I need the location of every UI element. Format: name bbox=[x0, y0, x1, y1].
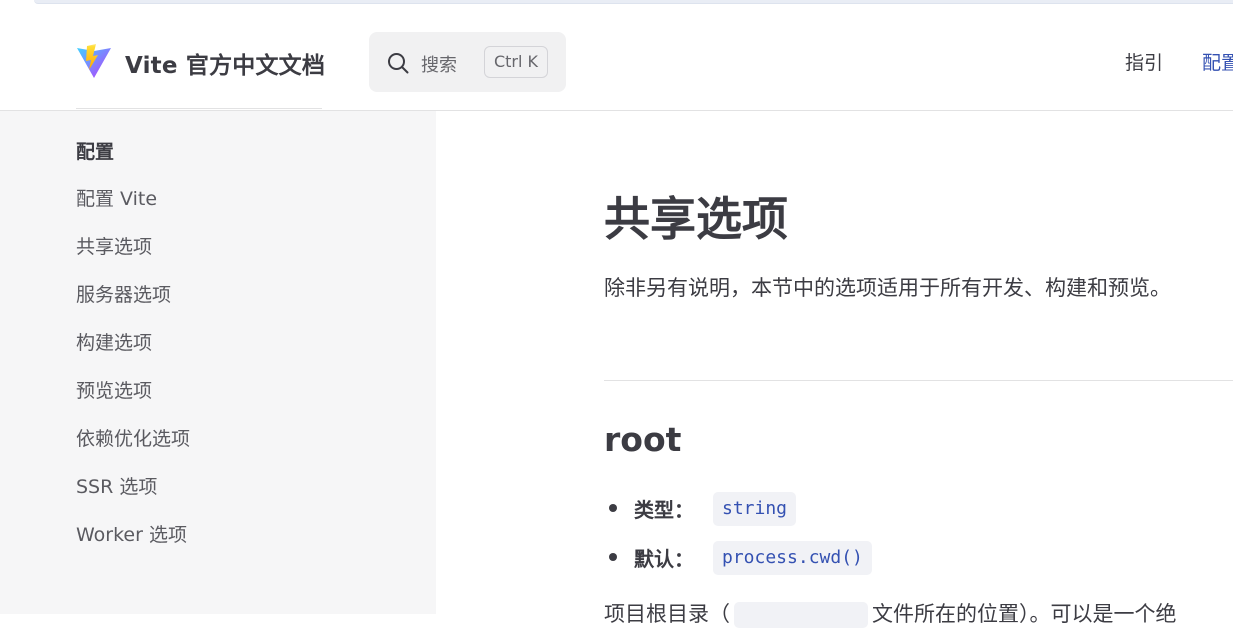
browser-bar bbox=[34, 0, 1233, 4]
sidebar-item-config-vite[interactable]: 配置 Vite bbox=[76, 184, 157, 211]
sidebar-item-preview-options[interactable]: 预览选项 bbox=[76, 376, 152, 403]
inline-code-chip bbox=[734, 602, 868, 628]
root-description-start: 项目根目录（ bbox=[604, 602, 730, 626]
sidebar: 配置 配置 Vite 共享选项 服务器选项 构建选项 预览选项 依赖优化选项 S… bbox=[0, 111, 436, 614]
list-bullet bbox=[609, 504, 617, 512]
section-divider bbox=[604, 380, 1233, 381]
sidebar-item-build-options[interactable]: 构建选项 bbox=[76, 328, 152, 355]
sidebar-item-shared-options[interactable]: 共享选项 bbox=[76, 232, 152, 259]
sidebar-item-worker-options[interactable]: Worker 选项 bbox=[76, 520, 187, 547]
type-label: 类型： bbox=[634, 498, 694, 522]
sidebar-heading: 配置 bbox=[76, 141, 115, 163]
search-button[interactable]: 搜索 Ctrl K bbox=[369, 32, 566, 92]
search-label: 搜索 bbox=[421, 55, 457, 76]
search-shortcut-badge: Ctrl K bbox=[484, 46, 548, 78]
nav-link-config[interactable]: 配置 bbox=[1202, 48, 1233, 75]
root-description-partial: 项目根目录（ 文件所在的位置）。可以是一个绝 bbox=[604, 598, 1177, 628]
list-bullet bbox=[609, 553, 617, 561]
page-description: 除非另有说明，本节中的选项适用于所有开发、构建和预览。 bbox=[604, 276, 1171, 300]
default-value-code: process.cwd() bbox=[713, 541, 872, 575]
page-title: 共享选项 bbox=[604, 192, 788, 246]
sidebar-item-ssr-options[interactable]: SSR 选项 bbox=[76, 472, 157, 499]
search-icon bbox=[388, 53, 409, 74]
site-title[interactable]: Vite 官方中文文档 bbox=[125, 46, 325, 80]
nav-link-guide[interactable]: 指引 bbox=[1125, 48, 1163, 75]
sidebar-item-dep-optimization-options[interactable]: 依赖优化选项 bbox=[76, 424, 190, 451]
type-value-code: string bbox=[713, 492, 797, 526]
browser-top-strip bbox=[0, 0, 1233, 12]
vite-logo-icon[interactable] bbox=[76, 43, 112, 79]
root-description-end: 文件所在的位置）。可以是一个绝 bbox=[872, 602, 1177, 626]
title-underline bbox=[76, 108, 322, 109]
sidebar-item-server-options[interactable]: 服务器选项 bbox=[76, 280, 171, 307]
site-header: Vite 官方中文文档 搜索 Ctrl K 指引 配置 bbox=[0, 12, 1233, 111]
default-label: 默认： bbox=[634, 547, 694, 571]
section-heading-root[interactable]: root bbox=[604, 420, 681, 459]
